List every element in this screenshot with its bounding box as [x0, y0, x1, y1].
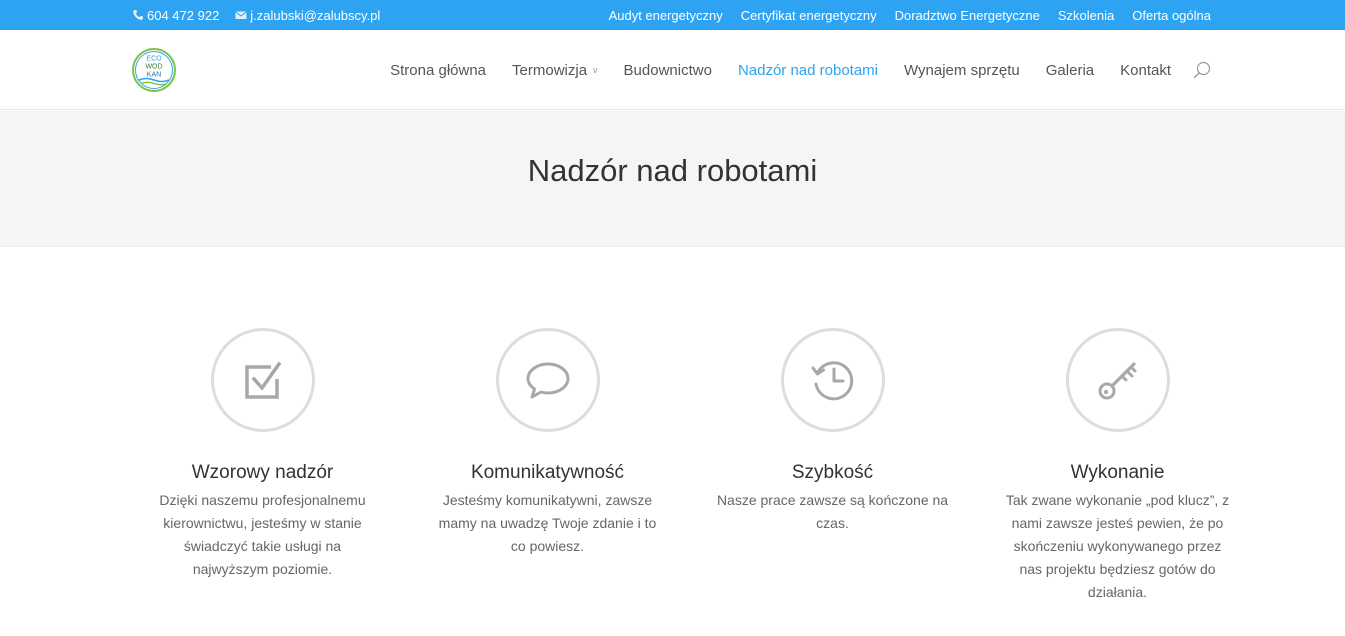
feature-icon-circle: [495, 328, 600, 432]
email-address: j.zalubski@zalubscy.pl: [250, 7, 381, 23]
nav-item-budownictwo[interactable]: Budownictwo: [624, 62, 712, 79]
logo-text-line-2: WOD: [145, 64, 162, 71]
logo-text-line-1: ECO: [146, 56, 162, 63]
feature-card: Wzorowy nadzór Dzięki naszemu profesjona…: [120, 328, 405, 604]
feature-icon-circle: [210, 328, 315, 432]
email-link[interactable]: j.zalubski@zalubscy.pl: [235, 8, 380, 23]
top-contact: 604 472 922 j.zalubski@zalubscy.pl: [132, 0, 396, 30]
nav-item-nadzor[interactable]: Nadzór nad robotami: [738, 62, 878, 79]
nav-item-kontakt[interactable]: Kontakt: [1120, 62, 1171, 79]
top-link-doradztwo[interactable]: Doradztwo Energetyczne: [895, 8, 1040, 23]
feature-title: Wykonanie: [1070, 462, 1165, 483]
key-icon: [1098, 362, 1136, 400]
phone-link[interactable]: 604 472 922: [132, 8, 219, 23]
feature-title: Wzorowy nadzór: [191, 462, 334, 483]
main-header: ECO WOD KAN Strona główna Termowizja v B…: [0, 30, 1345, 110]
chevron-down-icon: v: [593, 65, 598, 75]
feature-card: Wykonanie Tak zwane wykonanie „pod klucz…: [975, 328, 1260, 604]
logo-text-line-3: KAN: [147, 72, 161, 79]
feature-title: Komunikatywność: [470, 462, 625, 483]
feature-text: Dzięki naszemu profesjonalnemu kierownic…: [159, 492, 366, 577]
history-clock-icon: [811, 361, 853, 401]
site-logo[interactable]: ECO WOD KAN: [131, 47, 177, 93]
nav-item-wynajem[interactable]: Wynajem sprzętu: [904, 62, 1020, 79]
nav-label: Nadzór nad robotami: [737, 61, 879, 79]
nav-label: Wynajem sprzętu: [904, 61, 1020, 79]
top-link-audyt[interactable]: Audyt energetyczny: [609, 8, 723, 23]
phone-icon: [132, 9, 144, 21]
nav-label: Kontakt: [1120, 61, 1171, 79]
checkbox-icon: [244, 361, 281, 399]
feature-text: Nasze prace zawsze są kończone na czas.: [716, 492, 949, 531]
top-link-oferta[interactable]: Oferta ogólna: [1132, 8, 1211, 23]
nav-item-strona-glowna[interactable]: Strona główna: [390, 62, 486, 79]
feature-text: Jesteśmy komunikatywni, zawsze mamy na u…: [438, 492, 657, 554]
main-nav: Strona główna Termowizja v Budownictwo N…: [364, 30, 1211, 110]
feature-card: Szybkość Nasze prace zawsze są kończone …: [690, 328, 975, 604]
page-title: Nadzór nad robotami: [527, 153, 818, 188]
feature-icon-circle: [1065, 328, 1170, 432]
envelope-icon: [235, 9, 248, 21]
top-links: Audyt energetyczny Certyfikat energetycz…: [591, 0, 1211, 30]
top-bar: 604 472 922 j.zalubski@zalubscy.pl Audyt…: [0, 0, 1345, 30]
nav-label: Termowizja: [512, 61, 588, 79]
nav-item-termowizja[interactable]: Termowizja v: [512, 62, 598, 79]
speech-bubble-icon: [526, 362, 569, 399]
feature-title: Szybkość: [791, 462, 874, 483]
top-link-certyfikat[interactable]: Certyfikat energetyczny: [741, 8, 877, 23]
feature-text: Tak zwane wykonanie „pod klucz”, z nami …: [1005, 492, 1230, 600]
feature-card: Komunikatywność Jesteśmy komunikatywni, …: [405, 328, 690, 604]
phone-number: 604 472 922: [147, 7, 220, 23]
search-icon[interactable]: [1193, 61, 1211, 79]
nav-label: Galeria: [1045, 61, 1095, 79]
feature-icon-circle: [780, 328, 885, 432]
features-row: Wzorowy nadzór Dzięki naszemu profesjona…: [120, 328, 1260, 604]
page-title-section: Nadzór nad robotami: [0, 111, 1345, 247]
nav-label: Budownictwo: [623, 61, 712, 79]
nav-item-galeria[interactable]: Galeria: [1046, 62, 1094, 79]
top-link-szkolenia[interactable]: Szkolenia: [1058, 8, 1114, 23]
nav-label: Strona główna: [390, 61, 487, 79]
